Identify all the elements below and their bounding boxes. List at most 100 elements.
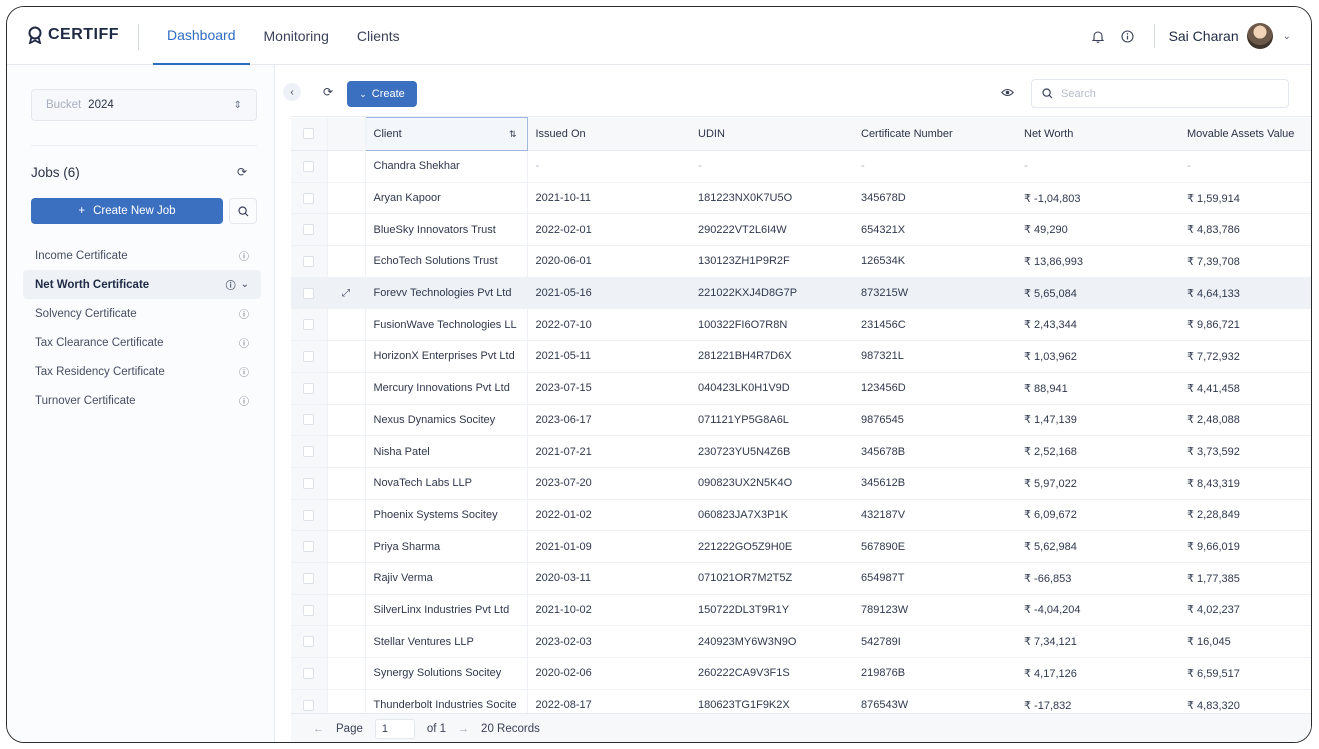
bell-icon[interactable] bbox=[1086, 24, 1110, 48]
row-select-cell[interactable] bbox=[291, 182, 328, 215]
row-expand-cell[interactable] bbox=[327, 499, 366, 532]
cell-issued-on[interactable]: 2022-02-01 bbox=[527, 213, 690, 247]
cell-udin[interactable]: 181223NX0K7U5O bbox=[690, 182, 853, 215]
cell-net-worth[interactable]: ₹ -17,832 bbox=[1016, 689, 1179, 713]
cell-net-worth[interactable]: ₹ 88,941 bbox=[1016, 372, 1179, 405]
row-expand-cell[interactable]: ⤢ bbox=[327, 277, 366, 310]
cell-client[interactable]: Nisha Patel bbox=[365, 435, 528, 468]
column-header-certificate-number[interactable]: Certificate Number bbox=[853, 117, 1016, 151]
row-select-cell[interactable] bbox=[291, 340, 328, 373]
cell-udin[interactable]: 221222GO5Z9H0E bbox=[690, 530, 853, 563]
row-checkbox[interactable] bbox=[303, 414, 315, 426]
cell-net-worth[interactable]: ₹ 2,43,344 bbox=[1016, 308, 1179, 342]
cell-net-worth[interactable]: ₹ 13,86,993 bbox=[1016, 245, 1179, 278]
cell-issued-on[interactable]: 2023-07-15 bbox=[527, 372, 690, 405]
collapse-sidebar-icon[interactable]: ‹ bbox=[283, 83, 301, 101]
cell-issued-on[interactable]: 2020-03-11 bbox=[527, 562, 690, 595]
sort-icon[interactable]: ⇅ bbox=[509, 129, 517, 140]
eye-icon[interactable] bbox=[1001, 86, 1014, 100]
cell-client[interactable]: Forevv Technologies Pvt Ltd bbox=[365, 277, 528, 310]
cell-udin[interactable]: 100322FI6O7R8N bbox=[690, 308, 853, 342]
row-checkbox[interactable] bbox=[303, 351, 315, 363]
column-header-issued-on[interactable]: Issued On bbox=[527, 117, 690, 151]
create-new-job-button[interactable]: + Create New Job bbox=[31, 198, 223, 224]
row-select-cell[interactable] bbox=[291, 499, 328, 532]
cell-movable-assets-value[interactable]: ₹ 6,59,517 bbox=[1179, 657, 1311, 690]
cell-certificate-number[interactable]: 567890E bbox=[853, 530, 1016, 563]
select-all-checkbox[interactable] bbox=[303, 128, 315, 140]
cell-client[interactable]: HorizonX Enterprises Pvt Ltd bbox=[365, 340, 528, 373]
cell-movable-assets-value[interactable]: ₹ 2,48,088 bbox=[1179, 404, 1311, 437]
job-item-solvency-certificate[interactable]: Solvency Certificate ⓘ bbox=[23, 299, 261, 328]
row-expand-cell[interactable] bbox=[327, 689, 366, 713]
cell-client[interactable]: Chandra Shekhar bbox=[365, 150, 528, 183]
row-expand-cell[interactable] bbox=[327, 625, 366, 658]
cell-movable-assets-value[interactable]: ₹ 8,43,319 bbox=[1179, 467, 1311, 500]
row-select-cell[interactable] bbox=[291, 594, 328, 627]
cell-client[interactable]: Phoenix Systems Socitey bbox=[365, 499, 528, 532]
row-checkbox[interactable] bbox=[303, 256, 315, 267]
job-item-turnover-certificate[interactable]: Turnover Certificate ⓘ bbox=[23, 386, 261, 415]
column-header-udin[interactable]: UDIN bbox=[690, 117, 853, 151]
row-checkbox[interactable] bbox=[303, 509, 315, 521]
row-select-cell[interactable] bbox=[291, 372, 328, 405]
cell-udin[interactable]: 090823UX2N5K4O bbox=[690, 467, 853, 500]
table-row[interactable]: Priya Sharma 2021-01-09 221222GO5Z9H0E 5678… bbox=[291, 530, 1311, 563]
cell-client[interactable]: BlueSky Innovators Trust bbox=[365, 213, 528, 247]
cell-certificate-number[interactable]: 219876B bbox=[853, 657, 1016, 690]
row-expand-cell[interactable] bbox=[327, 562, 366, 595]
row-expand-cell[interactable] bbox=[327, 467, 366, 500]
row-expand-cell[interactable] bbox=[327, 530, 366, 563]
row-checkbox[interactable] bbox=[303, 382, 315, 394]
cell-certificate-number[interactable]: 345612B bbox=[853, 467, 1016, 500]
row-expand-cell[interactable] bbox=[327, 435, 366, 468]
tab-dashboard[interactable]: Dashboard bbox=[153, 7, 250, 65]
cell-client[interactable]: SilverLinx Industries Pvt Ltd bbox=[365, 594, 528, 627]
cell-movable-assets-value[interactable]: ₹ 4,83,320 bbox=[1179, 689, 1311, 713]
row-select-cell[interactable] bbox=[291, 213, 328, 247]
table-row[interactable]: BlueSky Innovators Trust 2022-02-01 290222… bbox=[291, 213, 1311, 247]
table-row[interactable]: Mercury Innovations Pvt Ltd 2023-07-15 040… bbox=[291, 372, 1311, 405]
cell-certificate-number[interactable]: 345678B bbox=[853, 435, 1016, 468]
row-select-cell[interactable] bbox=[291, 562, 328, 595]
arrow-left-icon[interactable]: ← bbox=[313, 723, 324, 735]
cell-certificate-number[interactable]: 789123W bbox=[853, 594, 1016, 627]
row-checkbox[interactable] bbox=[303, 699, 315, 711]
help-icon[interactable]: ⓘ bbox=[239, 306, 249, 321]
row-checkbox[interactable] bbox=[303, 319, 315, 331]
cell-client[interactable]: Mercury Innovations Pvt Ltd bbox=[365, 372, 528, 405]
cell-movable-assets-value[interactable]: ₹ 3,73,592 bbox=[1179, 435, 1311, 468]
row-select-cell[interactable] bbox=[291, 150, 328, 183]
cell-client[interactable]: Nexus Dynamics Socitey bbox=[365, 404, 528, 437]
row-expand-cell[interactable] bbox=[327, 150, 366, 183]
cell-issued-on[interactable]: 2020-06-01 bbox=[527, 245, 690, 278]
row-select-cell[interactable] bbox=[291, 467, 328, 500]
row-select-cell[interactable] bbox=[291, 689, 328, 713]
cell-udin[interactable]: 290222VT2L6I4W bbox=[690, 213, 853, 247]
cell-issued-on[interactable]: 2021-07-21 bbox=[527, 435, 690, 468]
cell-certificate-number[interactable]: 654321X bbox=[853, 213, 1016, 247]
refresh-icon[interactable]: ⟳ bbox=[323, 85, 333, 99]
cell-issued-on[interactable]: 2023-07-20 bbox=[527, 467, 690, 500]
cell-net-worth[interactable]: ₹ 5,97,022 bbox=[1016, 467, 1179, 500]
cell-client[interactable]: Synergy Solutions Socitey bbox=[365, 657, 528, 690]
cell-issued-on[interactable]: 2023-06-17 bbox=[527, 404, 690, 437]
table-row[interactable]: Nexus Dynamics Socitey 2023-06-17 071121YP… bbox=[291, 404, 1311, 437]
table-row[interactable]: Phoenix Systems Socitey 2022-01-02 060823J… bbox=[291, 499, 1311, 532]
table-row[interactable]: ⤢ Forevv Technologies Pvt Ltd 2021-05-16 22… bbox=[291, 277, 1311, 310]
cell-movable-assets-value[interactable]: ₹ 4,41,458 bbox=[1179, 372, 1311, 405]
table-row[interactable]: Thunderbolt Industries Socite 2022-08-17 1… bbox=[291, 689, 1311, 713]
job-item-tax-residency-certificate[interactable]: Tax Residency Certificate ⓘ bbox=[23, 357, 261, 386]
table-row[interactable]: Rajiv Verma 2020-03-11 071021OR7M2T5Z 65498… bbox=[291, 562, 1311, 595]
search-jobs-button[interactable] bbox=[229, 198, 257, 224]
table-row[interactable]: EchoTech Solutions Trust 2020-06-01 130123… bbox=[291, 245, 1311, 278]
cell-movable-assets-value[interactable]: ₹ 9,86,721 bbox=[1179, 308, 1311, 342]
row-expand-cell[interactable] bbox=[327, 657, 366, 690]
help-icon[interactable]: ⓘ bbox=[226, 277, 236, 292]
cell-movable-assets-value[interactable]: ₹ 4,83,786 bbox=[1179, 213, 1311, 247]
cell-client[interactable]: NovaTech Labs LLP bbox=[365, 467, 528, 500]
column-header-net-worth[interactable]: Net Worth bbox=[1016, 117, 1179, 151]
cell-certificate-number[interactable]: 231456C bbox=[853, 308, 1016, 342]
cell-net-worth[interactable]: ₹ 7,34,121 bbox=[1016, 625, 1179, 658]
cell-movable-assets-value[interactable]: ₹ 7,39,708 bbox=[1179, 245, 1311, 278]
